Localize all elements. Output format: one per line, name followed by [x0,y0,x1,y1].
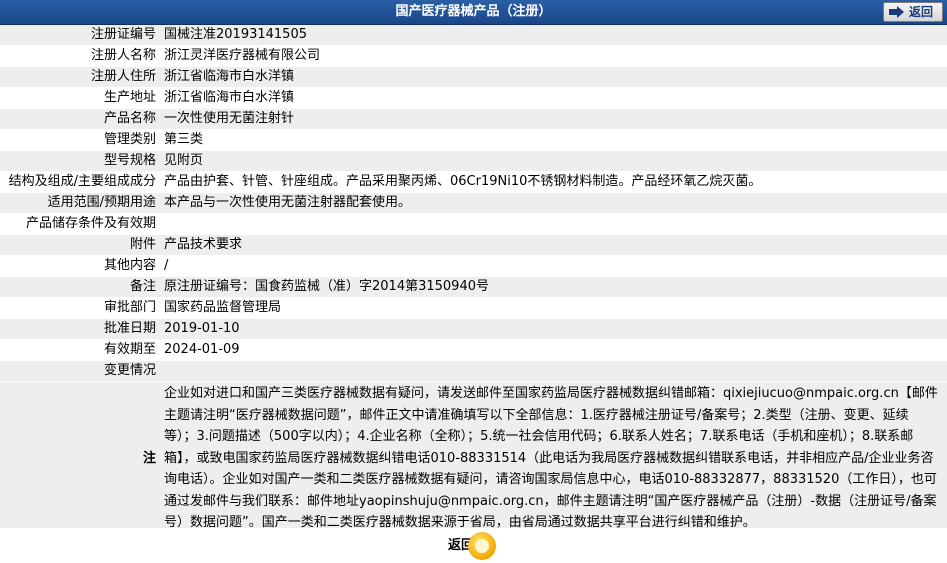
field-value: 本产品与一次性使用无菌注射器配套使用。 [160,192,947,214]
info-row: 结构及组成/主要组成成分 产品由护套、针管、针座组成。产品采用聚丙烯、06Cr19… [0,171,947,193]
field-label: 有效期至 [0,339,160,361]
field-value: 2019-01-10 [160,318,947,340]
field-label: 备注 [0,276,160,298]
info-row: 变更情况 [0,360,947,382]
field-label: 生产地址 [0,87,160,109]
note-row: 注企业如对进口和国产三类医疗器械数据有疑问，请发送邮件至国家药监局医疗器械数据纠… [0,381,947,537]
info-row: 注册人住所 浙江省临海市白水洋镇 [0,66,947,88]
field-label: 适用范围/预期用途 [0,192,160,214]
field-value: 原注册证编号：国食药监械（准）字2014第3150940号 [160,276,947,298]
info-row: 注册人名称 浙江灵洋医疗器械有限公司 [0,45,947,67]
back-button-top[interactable]: 返回 [883,2,943,22]
info-row: 其他内容 / [0,255,947,277]
field-label: 产品储存条件及有效期 [0,213,160,235]
field-value [160,360,947,382]
arrow-right-icon [889,6,904,18]
info-row: 审批部门 国家药品监督管理局 [0,297,947,319]
field-value: 产品由护套、针管、针座组成。产品采用聚丙烯、06Cr19Ni10不锈钢材料制造。… [160,171,947,193]
field-value: / [160,255,947,277]
field-label: 变更情况 [0,360,160,382]
field-value: 产品技术要求 [160,234,947,256]
field-label: 结构及组成/主要组成成分 [0,171,160,193]
back-button-bottom[interactable]: 返回 [446,532,496,560]
info-row: 有效期至 2024-01-09 [0,339,947,361]
field-label: 其他内容 [0,255,160,277]
field-label: 注册人住所 [0,66,160,88]
footer: 返回 [0,528,947,563]
field-value [160,213,947,235]
note-text: 企业如对进口和国产三类医疗器械数据有疑问，请发送邮件至国家药监局医疗器械数据纠错… [164,386,938,530]
info-row: 产品储存条件及有效期 [0,213,947,235]
field-label: 审批部门 [0,297,160,319]
field-label: 注册证编号 [0,25,160,46]
field-label: 管理类别 [0,129,160,151]
info-row: 附件 产品技术要求 [0,234,947,256]
field-label: 注册人名称 [0,45,160,67]
info-row: 管理类别 第三类 [0,129,947,151]
back-button-top-label: 返回 [909,5,934,19]
info-row: 注册证编号 国械注准20193141505 [0,25,947,46]
field-value: 见附页 [160,150,947,172]
field-label: 批准日期 [0,318,160,340]
field-value: 国械注准20193141505 [160,25,947,46]
round-arrow-icon-center [475,539,489,553]
field-label: 附件 [0,234,160,256]
field-value: 浙江省临海市白水洋镇 [160,66,947,88]
info-row: 生产地址 浙江省临海市白水洋镇 [0,87,947,109]
info-row: 备注 原注册证编号：国食药监械（准）字2014第3150940号 [0,276,947,298]
note-label: 注 [0,381,160,537]
field-label: 型号规格 [0,150,160,172]
info-row: 批准日期 2019-01-10 [0,318,947,340]
field-value: 一次性使用无菌注射针 [160,108,947,130]
info-row: 产品名称 一次性使用无菌注射针 [0,108,947,130]
field-value: 第三类 [160,129,947,151]
field-value: 浙江省临海市白水洋镇 [160,87,947,109]
title-bar: 国产医疗器械产品（注册） 返回 [0,0,947,25]
product-info-table: 注册证编号 国械注准20193141505 注册人名称 浙江灵洋医疗器械有限公司 注册人… [0,25,947,537]
page-title: 国产医疗器械产品（注册） [395,4,552,19]
info-row: 适用范围/预期用途 本产品与一次性使用无菌注射器配套使用。 [0,192,947,214]
info-row: 型号规格 见附页 [0,150,947,172]
field-label: 产品名称 [0,108,160,130]
field-value: 国家药品监督管理局 [160,297,947,319]
field-value: 浙江灵洋医疗器械有限公司 [160,45,947,67]
field-value: 2024-01-09 [160,339,947,361]
